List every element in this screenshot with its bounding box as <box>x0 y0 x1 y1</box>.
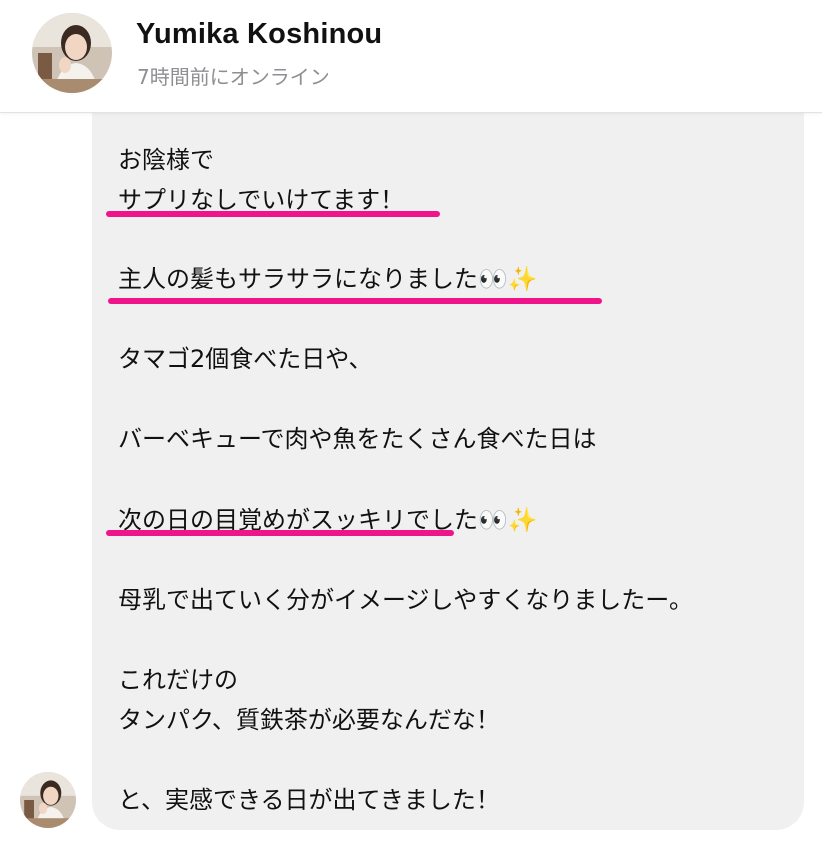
sender-avatar[interactable] <box>20 772 76 828</box>
avatar-photo <box>32 13 112 93</box>
message-line: と、実感できる日が出てきました！ <box>118 786 500 814</box>
online-status: 7時間前にオンライン <box>137 65 330 89</box>
message-line: タマゴ2個食べた日や、 <box>118 345 373 373</box>
message-line: タンパク、質鉄茶が必要なんだな！ <box>118 706 500 734</box>
avatar-photo <box>20 772 76 828</box>
contact-avatar[interactable] <box>32 13 112 93</box>
contact-name[interactable]: Yumika Koshinou <box>136 18 382 51</box>
highlight-underline <box>106 211 440 217</box>
message-line: お陰様で <box>118 146 214 174</box>
highlight-underline <box>106 530 454 536</box>
message-line: これだけの <box>118 666 238 694</box>
highlight-underline <box>108 298 602 304</box>
message-line: 母乳で出ていく分がイメージしやすくなりましたー。 <box>118 586 694 614</box>
message-line: バーベキューで肉や魚をたくさん食べた日は <box>118 425 597 453</box>
message-line: 主人の髪もサラサラになりました👀✨ <box>118 265 538 293</box>
chat-header: Yumika Koshinou 7時間前にオンライン <box>0 0 822 113</box>
